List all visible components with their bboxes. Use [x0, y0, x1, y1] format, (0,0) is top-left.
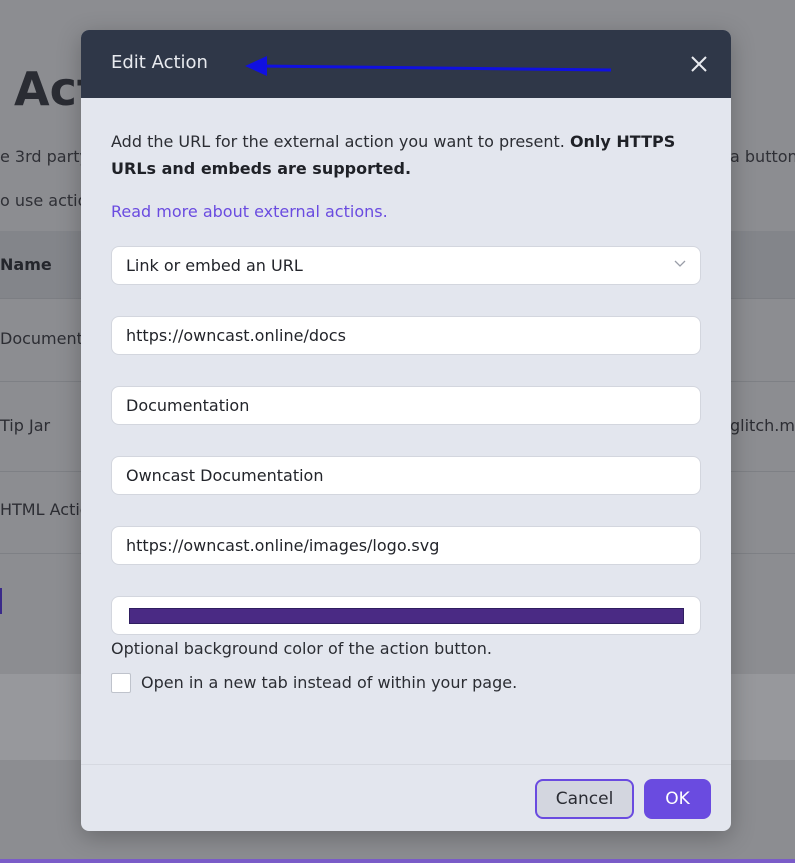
row-url: glitch.m: [730, 416, 795, 435]
open-new-tab-label: Open in a new tab instead of within your…: [141, 673, 518, 692]
close-icon: [691, 56, 707, 72]
edit-action-modal: Edit Action Add the URL for the external…: [81, 30, 731, 831]
url-input[interactable]: [111, 316, 701, 355]
bottom-accent-line: [0, 859, 795, 863]
row-name: HTML Actio: [0, 500, 90, 519]
action-type-select[interactable]: Link or embed an URL: [111, 246, 701, 285]
title-input[interactable]: [111, 386, 701, 425]
modal-footer: Cancel OK: [81, 764, 731, 831]
color-picker[interactable]: [111, 596, 701, 635]
action-type-value: Link or embed an URL: [126, 256, 303, 275]
description-input[interactable]: [111, 456, 701, 495]
page-description-right: a button: [730, 147, 795, 166]
color-swatch[interactable]: [129, 608, 684, 624]
column-name-header: Name: [0, 255, 52, 274]
intro-text: Add the URL for the external action you …: [111, 128, 701, 182]
cancel-button[interactable]: Cancel: [535, 779, 634, 819]
ok-button[interactable]: OK: [644, 779, 711, 819]
icon-url-input[interactable]: [111, 526, 701, 565]
add-action-button-edge: [0, 588, 2, 614]
page-description-2: o use actio: [0, 191, 88, 210]
chevron-down-icon: [674, 260, 686, 267]
annotation-arrow-icon: [245, 56, 612, 76]
intro-plain: Add the URL for the external action you …: [111, 132, 570, 151]
page-description-left: e 3rd party: [0, 147, 89, 166]
open-new-tab-checkbox[interactable]: [111, 673, 131, 693]
read-more-link[interactable]: Read more about external actions.: [111, 202, 388, 221]
row-name: Documenta: [0, 329, 93, 348]
color-help-text: Optional background color of the action …: [111, 639, 492, 658]
modal-header: Edit Action: [81, 30, 731, 98]
row-name: Tip Jar: [0, 416, 51, 435]
close-button[interactable]: [685, 50, 713, 78]
modal-title: Edit Action: [111, 52, 208, 73]
